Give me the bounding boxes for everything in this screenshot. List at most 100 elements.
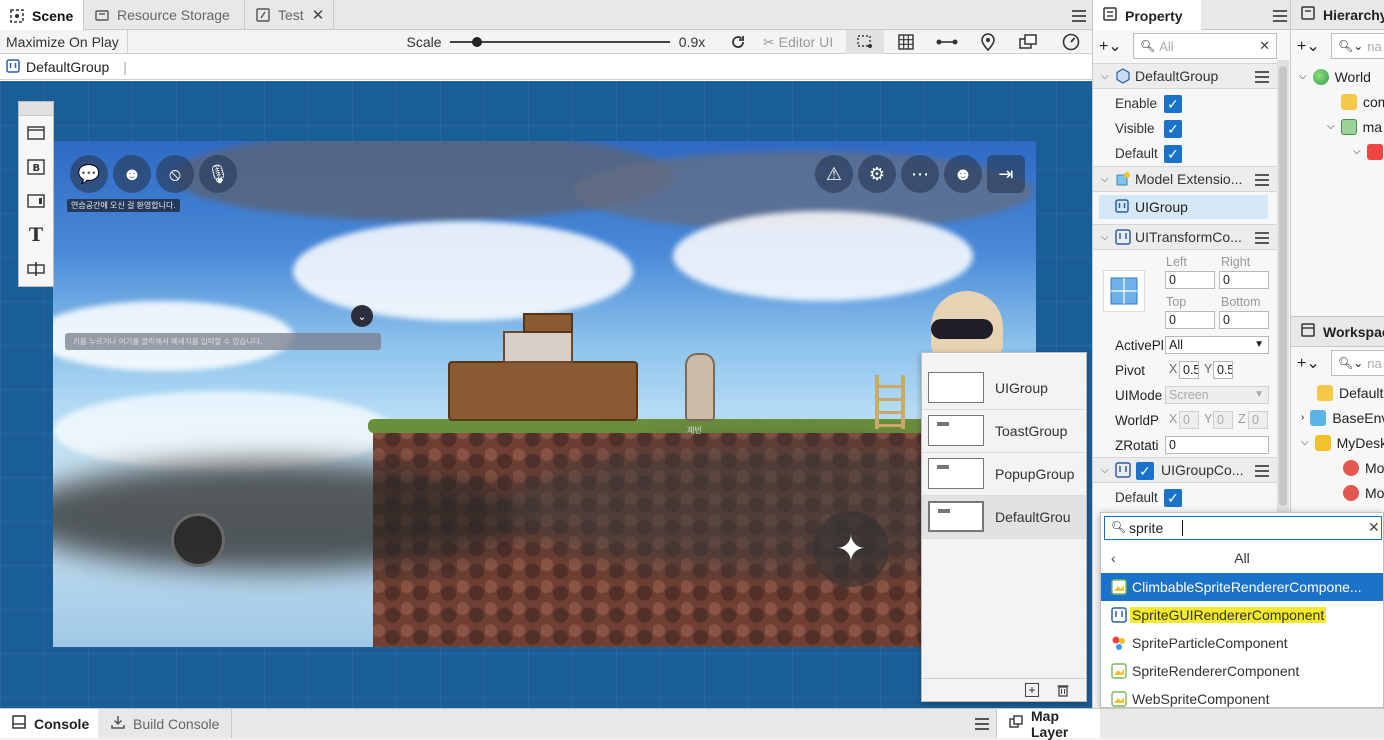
editor-ui-button[interactable]: ✂ Editor UI — [756, 30, 840, 54]
activepl-select[interactable]: All ▼ — [1165, 336, 1269, 354]
add-group-icon[interactable]: + — [1025, 683, 1039, 697]
friends-icon[interactable]: ☻ — [113, 155, 151, 193]
hierarchy-item-child[interactable]: ⌵ — [1353, 139, 1384, 164]
menu-icon[interactable] — [1273, 10, 1287, 22]
tab-map-layer[interactable]: Map Layer — [996, 708, 1100, 740]
scrollbar-thumb[interactable] — [1279, 66, 1287, 506]
performance-gauge-icon[interactable] — [1058, 30, 1084, 54]
collapse-arrow-icon[interactable]: ⌵ — [1101, 174, 1109, 185]
section-menu-icon[interactable] — [1255, 71, 1269, 83]
uigroup-default-checkbox[interactable]: ✓ — [1164, 488, 1182, 507]
add-component-icon[interactable]: +⌄ — [1099, 36, 1122, 56]
chat-icon[interactable]: 💬 — [70, 155, 108, 193]
result-item[interactable]: SpriteGUIRendererComponent — [1101, 601, 1383, 629]
tab-resource-storage[interactable]: Resource Storage — [85, 0, 245, 30]
workspace-item-default[interactable]: Default — [1317, 380, 1383, 405]
exit-icon[interactable]: ⇥ — [987, 155, 1025, 193]
add-item-icon[interactable]: +⌄ — [1297, 353, 1320, 373]
workspace-search-input[interactable]: 🔍︎⌄ na — [1331, 350, 1384, 376]
close-icon[interactable]: ✕ — [312, 6, 325, 24]
expand-arrow-icon[interactable]: ⌵ — [1299, 71, 1307, 82]
enable-checkbox[interactable]: ✓ — [1164, 94, 1182, 113]
menu-icon[interactable] — [975, 718, 989, 730]
layers-icon[interactable] — [1016, 30, 1040, 54]
property-search-input[interactable]: 🔍︎ All ✕ — [1133, 33, 1277, 59]
grid-icon[interactable] — [893, 30, 919, 54]
delete-group-icon[interactable] — [1056, 683, 1070, 697]
expand-arrow-icon[interactable]: › — [1301, 412, 1304, 423]
expand-arrow-icon[interactable]: ⌵ — [1327, 121, 1335, 132]
hierarchy-item-common[interactable]: com — [1341, 89, 1384, 114]
pivot-y-input[interactable]: 0.5 — [1213, 361, 1233, 379]
group-item-uigroup[interactable]: UIGroup — [922, 367, 1086, 410]
clear-search-icon[interactable]: ✕ — [1259, 38, 1270, 54]
tab-test[interactable]: Test ✕ — [246, 0, 334, 30]
default-checkbox[interactable]: ✓ — [1164, 144, 1182, 163]
result-item[interactable]: SpriteParticleComponent — [1101, 629, 1383, 657]
tool-strip-grip[interactable] — [19, 102, 53, 116]
workspace-item-model-2[interactable]: Mo — [1343, 480, 1384, 505]
input-tool-icon[interactable] — [19, 252, 53, 286]
collapse-arrow-icon[interactable]: ⌵ — [1101, 71, 1109, 82]
mic-muted-icon[interactable]: 🎙 — [199, 155, 237, 193]
tab-workspace[interactable]: Workspac — [1291, 317, 1384, 347]
virtual-joystick[interactable] — [171, 513, 225, 567]
breadcrumb-item[interactable]: DefaultGroup — [26, 59, 109, 75]
hierarchy-search-input[interactable]: 🔍︎⌄ na — [1331, 33, 1384, 59]
entity-section-header[interactable]: ⌵ DefaultGroup — [1093, 63, 1277, 89]
section-menu-icon[interactable] — [1255, 174, 1269, 186]
panel-tool-icon[interactable] — [19, 116, 53, 150]
chat-input[interactable]: 키를 누르거나 여기를 클릭해서 메세지를 입력할 수 있습니다. — [65, 333, 381, 350]
group-item-toastgroup[interactable]: ToastGroup — [922, 410, 1086, 453]
group-item-defaultgroup[interactable]: DefaultGrou — [922, 496, 1086, 539]
pivot-x-input[interactable]: 0.5 — [1179, 361, 1199, 379]
result-item[interactable]: ClimbableSpriteRendererCompone... — [1101, 573, 1383, 601]
hierarchy-item-map[interactable]: ⌵ ma — [1327, 114, 1382, 139]
maximize-on-play-button[interactable]: Maximize On Play — [0, 30, 128, 54]
menu-icon[interactable] — [1072, 10, 1086, 22]
hierarchy-item-world[interactable]: ⌵ World — [1299, 64, 1371, 89]
party-icon[interactable]: ☻ — [944, 155, 982, 193]
scale-slider-thumb[interactable] — [472, 37, 482, 47]
group-item-popupgroup[interactable]: PopupGroup — [922, 453, 1086, 496]
ui-transform-header[interactable]: ⌵ UITransformCo... — [1093, 224, 1277, 250]
workspace-item-model-1[interactable]: Mo — [1343, 455, 1384, 480]
section-menu-icon[interactable] — [1255, 465, 1269, 477]
anchor-preset-icon[interactable] — [1103, 270, 1145, 312]
left-input[interactable]: 0 — [1165, 271, 1215, 289]
location-pin-icon[interactable] — [976, 30, 1000, 54]
section-menu-icon[interactable] — [1255, 232, 1269, 244]
tab-property[interactable]: Property — [1093, 0, 1201, 31]
component-enable-checkbox[interactable]: ✓ — [1136, 462, 1154, 480]
scale-slider[interactable] — [450, 37, 670, 47]
bottom-input[interactable]: 0 — [1219, 311, 1269, 329]
visible-checkbox[interactable]: ✓ — [1164, 119, 1182, 138]
component-search-input[interactable]: 🔍︎ sprite ✕ — [1104, 516, 1382, 540]
tab-build-console[interactable]: Build Console — [99, 709, 232, 738]
zrotation-input[interactable]: 0 — [1165, 436, 1269, 454]
attack-button-icon[interactable]: ✦ — [813, 511, 889, 587]
more-options-icon[interactable]: ⋯ — [901, 155, 939, 193]
button-tool-icon[interactable]: B — [19, 150, 53, 184]
tab-console[interactable]: Console — [0, 709, 98, 738]
chevron-down-icon[interactable]: ⌄ — [351, 305, 373, 327]
workspace-item-baseenv[interactable]: › BaseEnv — [1301, 405, 1384, 430]
headset-muted-icon[interactable]: ⦸ — [156, 155, 194, 193]
top-input[interactable]: 0 — [1165, 311, 1215, 329]
model-extension-header[interactable]: ⌵ Model Extensio... — [1093, 166, 1277, 192]
result-item[interactable]: SpriteRendererComponent — [1101, 657, 1383, 685]
tab-scene[interactable]: Scene — [0, 0, 84, 31]
refresh-icon[interactable] — [726, 30, 750, 54]
transform-tool-icon[interactable] — [846, 30, 884, 54]
scroll-tool-icon[interactable] — [19, 184, 53, 218]
collapse-arrow-icon[interactable]: ⌵ — [1101, 232, 1109, 243]
model-item-uigroup[interactable]: UIGroup — [1099, 195, 1268, 219]
property-scrollbar[interactable] — [1277, 60, 1289, 515]
expand-arrow-icon[interactable]: ⌵ — [1301, 437, 1309, 448]
settings-icon[interactable]: ⚙ — [858, 155, 896, 193]
add-entity-icon[interactable]: +⌄ — [1297, 36, 1320, 56]
snap-icon[interactable] — [932, 30, 962, 54]
ui-group-component-header[interactable]: ⌵ ✓ UIGroupCo... — [1093, 457, 1277, 483]
text-tool-icon[interactable]: T — [19, 218, 53, 252]
tab-hierarchy[interactable]: Hierarchy — [1291, 0, 1384, 30]
